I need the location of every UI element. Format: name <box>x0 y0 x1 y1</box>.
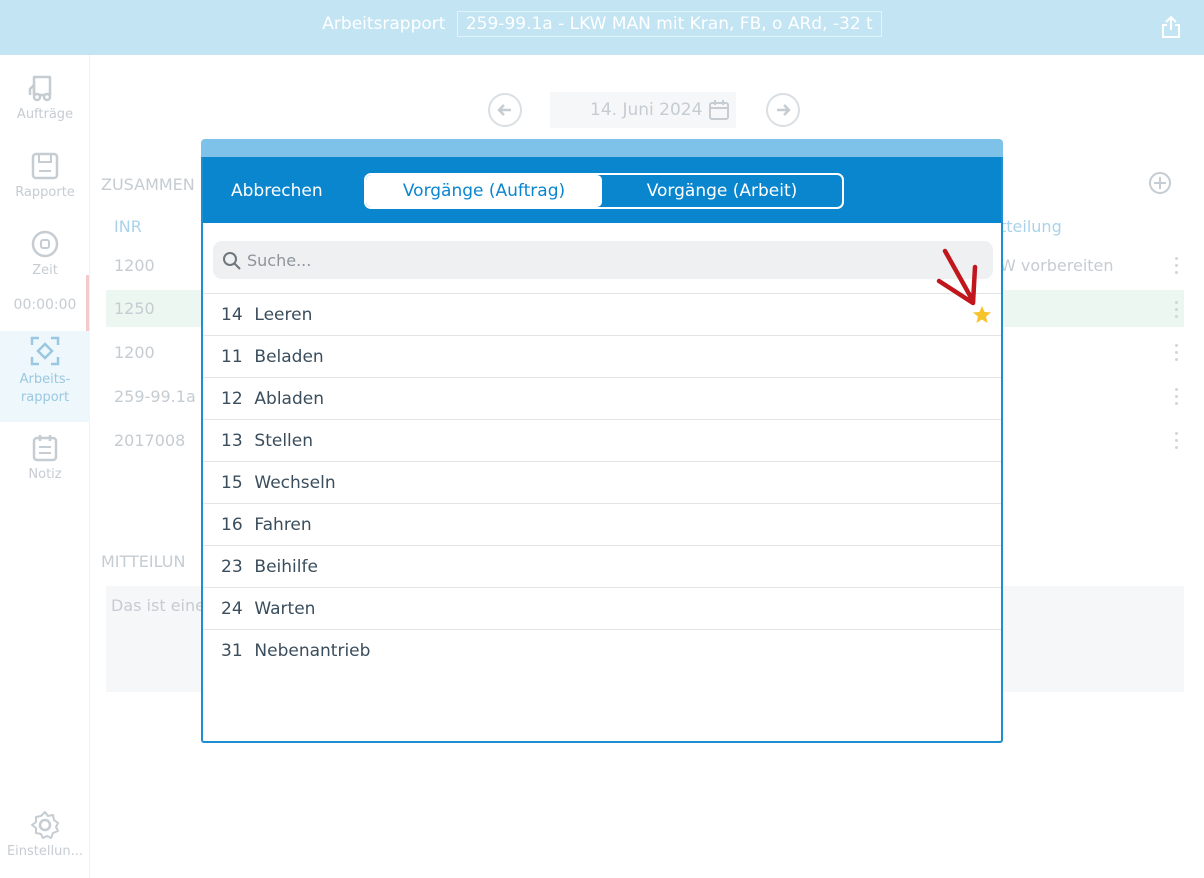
activity-picker-modal: Abbrechen Vorgänge (Auftrag) Vorgänge (A… <box>201 157 1003 743</box>
item-code: 23 <box>221 557 243 577</box>
item-code: 16 <box>221 515 243 535</box>
notepad-icon <box>32 435 58 462</box>
summary-section-title: ZUSAMMEN <box>101 175 195 194</box>
next-day-button[interactable] <box>766 93 800 127</box>
message-section-title: MITTEILUN <box>101 552 186 571</box>
sidebar: Aufträge Rapporte Zeit 00:00:00 Arbeits-… <box>0 55 90 878</box>
item-code: 14 <box>221 305 243 325</box>
item-name: Fahren <box>254 515 312 535</box>
sidebar-item-rapporte[interactable]: Rapporte <box>0 151 90 200</box>
vehicle-selector[interactable]: 259-99.1a - LKW MAN mit Kran, FB, o ARd,… <box>456 11 882 37</box>
item-name: Nebenantrieb <box>254 641 371 661</box>
timer-display: 00:00:00 <box>13 297 77 313</box>
item-name: Stellen <box>254 431 314 451</box>
list-item[interactable]: 12 Abladen <box>203 377 1001 419</box>
item-name: Beihilfe <box>254 557 318 577</box>
sidebar-item-zeit[interactable]: Zeit <box>0 229 90 278</box>
item-code: 13 <box>221 431 243 451</box>
list-item[interactable]: 11 Beladen <box>203 335 1001 377</box>
sidebar-item-label: Einstellun... <box>6 844 84 859</box>
top-bar: Arbeitsrapport 259-99.1a - LKW MAN mit K… <box>0 0 1204 55</box>
search-input[interactable] <box>245 241 965 279</box>
item-code: 24 <box>221 599 243 619</box>
list-item[interactable]: 13 Stellen <box>203 419 1001 461</box>
date-navigation: 14. Juni 2024 <box>488 92 808 128</box>
item-name: Leeren <box>254 305 313 325</box>
table-row[interactable]: 259-99.1a <box>114 387 196 406</box>
row-menu-icon[interactable] <box>1175 388 1179 406</box>
floppy-icon <box>31 152 59 180</box>
list-item[interactable]: 16 Fahren <box>203 503 1001 545</box>
sidebar-item-auftraege[interactable]: Aufträge <box>0 73 90 122</box>
tab-vorgaenge-arbeit[interactable]: Vorgänge (Arbeit) <box>602 175 842 207</box>
add-icon[interactable] <box>1148 171 1172 195</box>
list-item[interactable]: 24 Warten <box>203 587 1001 629</box>
date-picker[interactable]: 14. Juni 2024 <box>550 92 736 128</box>
sidebar-item-notiz[interactable]: Notiz <box>0 433 90 482</box>
row-menu-icon[interactable] <box>1175 257 1179 275</box>
item-name: Wechseln <box>254 473 336 493</box>
table-row[interactable]: 1200 <box>114 256 155 275</box>
date-label: 14. Juni 2024 <box>590 100 703 120</box>
search-bar <box>213 241 993 279</box>
item-code: 31 <box>221 641 243 661</box>
truck-icon <box>28 75 52 102</box>
sidebar-item-label: Aufträge <box>16 107 74 122</box>
message-text: Das ist eine <box>111 596 205 615</box>
segmented-control: Vorgänge (Auftrag) Vorgänge (Arbeit) <box>364 173 844 209</box>
calendar-icon <box>709 100 729 120</box>
header-label: Arbeitsrapport <box>322 14 446 34</box>
previous-day-button[interactable] <box>488 93 522 127</box>
table-row-message: W vorbereiten <box>1000 256 1114 275</box>
tab-vorgaenge-auftrag[interactable]: Vorgänge (Auftrag) <box>366 175 602 207</box>
row-menu-icon[interactable] <box>1175 301 1179 319</box>
sidebar-item-arbeitsrapport[interactable]: Arbeits- rapport <box>0 331 90 422</box>
item-name: Abladen <box>254 389 324 409</box>
search-icon <box>223 252 241 270</box>
item-code: 12 <box>221 389 243 409</box>
arrow-left-icon <box>497 104 511 116</box>
gear-icon <box>31 811 59 839</box>
item-name: Beladen <box>254 347 324 367</box>
sidebar-item-label: Zeit <box>32 263 58 278</box>
table-row[interactable]: 1200 <box>114 343 155 362</box>
list-item[interactable]: 15 Wechseln <box>203 461 1001 503</box>
table-row[interactable]: 1250 <box>114 299 155 318</box>
column-header-inr: INR <box>114 217 142 236</box>
activity-list: 14 Leeren 11 Beladen 12 Abladen 13 Stell… <box>203 293 1001 671</box>
table-row[interactable]: 2017008 <box>114 431 185 450</box>
list-item[interactable]: 23 Beihilfe <box>203 545 1001 587</box>
list-item[interactable]: 14 Leeren <box>203 293 1001 335</box>
sidebar-item-label: Notiz <box>28 467 62 482</box>
cancel-button[interactable]: Abbrechen <box>231 181 323 201</box>
annotation-arrow-icon <box>936 248 978 306</box>
item-code: 11 <box>221 347 243 367</box>
modal-top-strip <box>201 139 1003 159</box>
row-menu-icon[interactable] <box>1175 344 1179 362</box>
list-item[interactable]: 31 Nebenantrieb <box>203 629 1001 671</box>
item-name: Warten <box>254 599 316 619</box>
arrow-right-icon <box>777 104 791 116</box>
sidebar-item-label: Rapporte <box>15 185 75 200</box>
sidebar-item-label: Arbeits- rapport <box>19 372 71 405</box>
scan-icon <box>30 336 60 366</box>
share-icon[interactable] <box>1160 15 1182 39</box>
modal-header: Abbrechen Vorgänge (Auftrag) Vorgänge (A… <box>203 157 1001 223</box>
column-header-message: tteilung <box>1000 217 1062 236</box>
sidebar-item-einstellungen[interactable]: Einstellun... <box>0 810 90 859</box>
header-title: Arbeitsrapport 259-99.1a - LKW MAN mit K… <box>0 11 1204 37</box>
item-code: 15 <box>221 473 243 493</box>
stop-icon <box>31 230 59 258</box>
row-menu-icon[interactable] <box>1175 432 1179 450</box>
